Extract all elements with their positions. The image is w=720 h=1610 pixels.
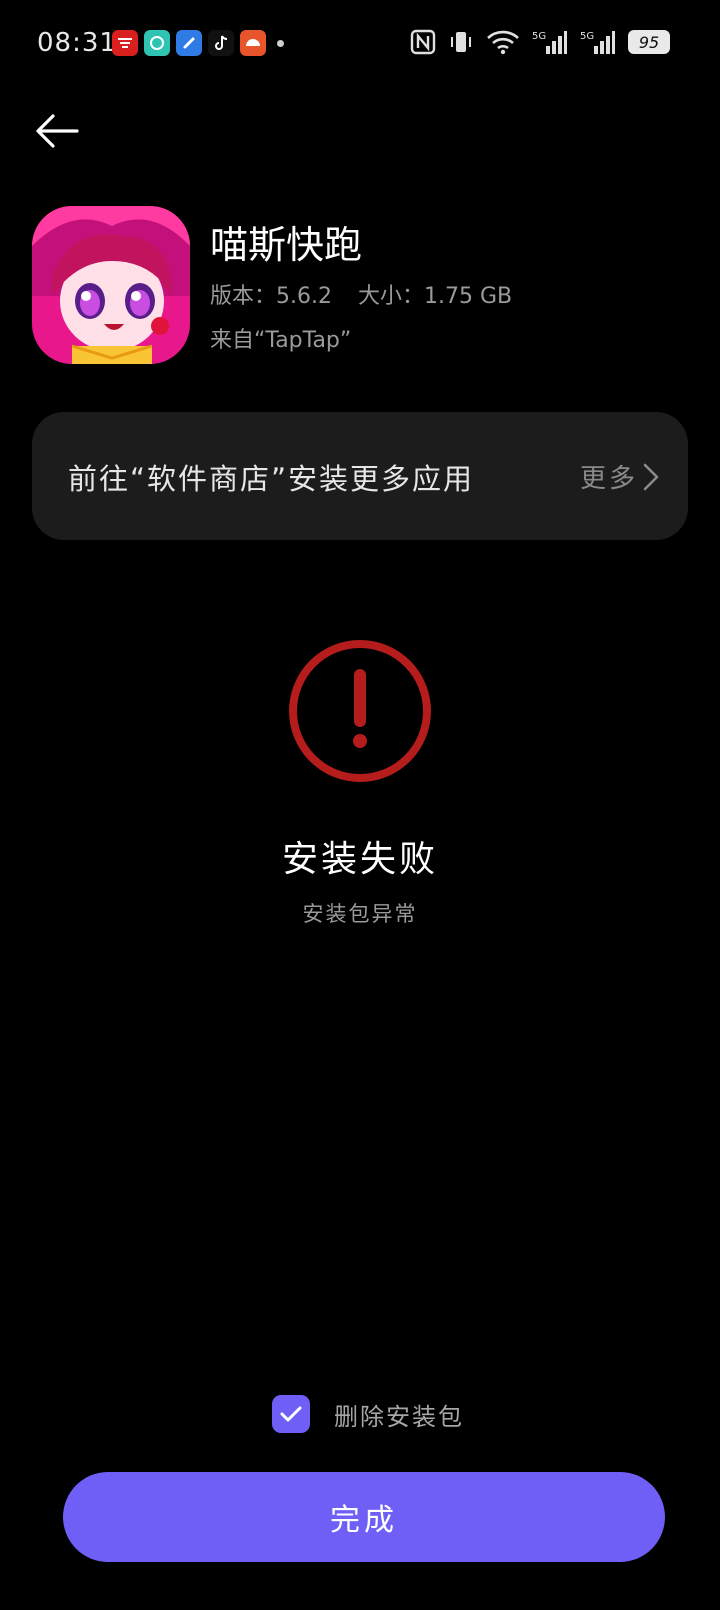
delete-package-checkbox[interactable] [272, 1395, 310, 1433]
delete-package-row[interactable]: 删除安装包 [272, 1395, 464, 1433]
status-bar: 08:31 5G 5G 95 [0, 0, 720, 90]
status-time: 08:31 [37, 28, 117, 58]
tiktok-app-icon [208, 30, 234, 56]
install-failed-reason: 安装包异常 [302, 902, 418, 926]
xuexi-app-icon [112, 30, 138, 56]
app-store-link-text: 前往“软件商店”安装更多应用 [68, 462, 475, 496]
notes-app-icon [176, 30, 202, 56]
version-label: 版本： [210, 284, 277, 309]
battery-level: 95 [628, 30, 670, 54]
install-failed-title: 安装失败 [281, 839, 438, 880]
notification-icons [112, 30, 284, 56]
version-value: 5.6.2 [276, 284, 332, 309]
screen: 08:31 5G 5G 95 喵斯快跑 版本：5.6.2 大小：1.75 GB … [0, 0, 720, 1610]
wifi-icon [486, 29, 520, 55]
arrow-left-icon [36, 114, 79, 148]
signal-5g-icon: 5G [580, 28, 616, 56]
more-label: 更多 [579, 464, 638, 494]
more-notifications-dot [277, 39, 284, 47]
battery-icon: 95 [628, 30, 670, 54]
done-button[interactable]: 完成 [63, 1472, 665, 1562]
size-value: 1.75 GB [424, 284, 513, 309]
app-store-card[interactable]: 前往“软件商店”安装更多应用 更多 [32, 412, 688, 540]
back-button[interactable] [30, 108, 84, 154]
vibrate-icon [448, 29, 474, 55]
chevron-right-icon [643, 463, 659, 490]
game-app-icon [240, 30, 266, 56]
error-icon [286, 637, 434, 785]
app-meta: 版本：5.6.2 大小：1.75 GB [210, 278, 512, 310]
app-source: 来自“TapTap” [210, 328, 352, 353]
app-icon [32, 206, 190, 364]
svg-text:5G: 5G [532, 31, 546, 42]
svg-text:5G: 5G [580, 31, 594, 42]
nfc-icon [410, 29, 436, 55]
chat-app-icon [144, 30, 170, 56]
done-button-label: 完成 [330, 1503, 398, 1538]
app-name: 喵斯快跑 [210, 223, 363, 267]
more-link[interactable]: 更多 [580, 458, 660, 495]
system-icons: 5G 5G 95 [398, 28, 670, 56]
signal-5g-icon: 5G [532, 28, 568, 56]
checkmark-icon [280, 1406, 302, 1422]
size-label: 大小： [358, 284, 425, 309]
delete-package-label: 删除安装包 [334, 1402, 464, 1431]
